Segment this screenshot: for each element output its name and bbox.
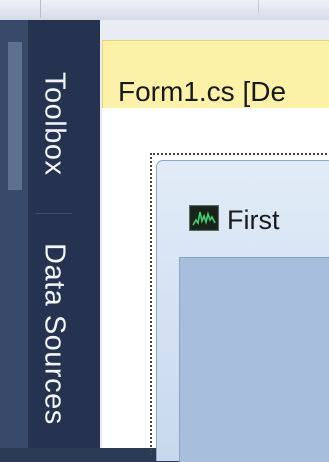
editor-area: Form1.cs [De First [100,20,329,462]
tab-toolbox[interactable]: Toolbox [28,38,80,210]
form-client-area[interactable] [179,257,329,462]
toolbar-divider [40,0,41,18]
toolbar-separator [258,0,259,12]
top-toolbar-strip [0,0,329,21]
designer-canvas[interactable]: First [102,108,329,462]
side-tab-panel: Toolbox Data Sources [28,20,100,448]
tab-data-sources[interactable]: Data Sources [28,220,80,448]
monitor-chart-icon [189,205,219,231]
designer-form-window[interactable]: First [156,160,329,462]
side-tab-divider [36,213,72,214]
form-title: First [227,205,280,235]
left-edge-panel [0,20,28,448]
document-tab-title: Form1.cs [De [118,76,287,107]
vertical-scrollbar-thumb[interactable] [8,42,22,190]
tab-toolbox-label: Toolbox [38,72,71,176]
tab-data-sources-label: Data Sources [38,243,71,425]
